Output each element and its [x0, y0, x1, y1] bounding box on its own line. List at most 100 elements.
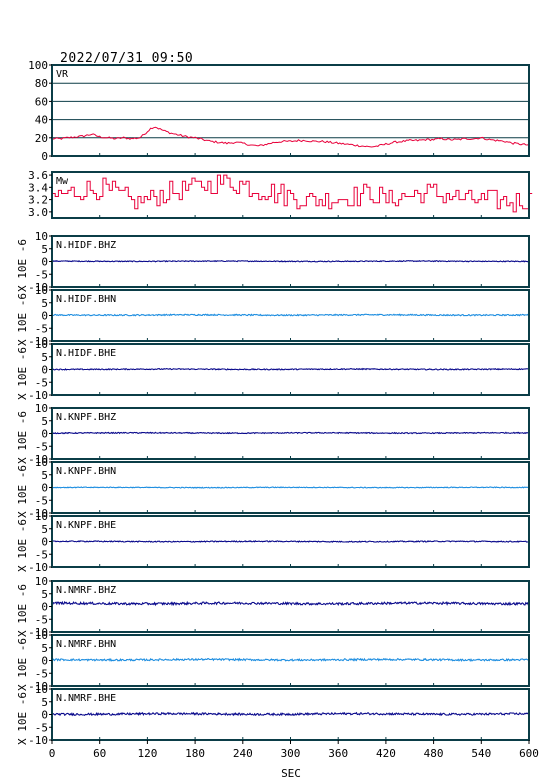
series-line — [51, 313, 530, 317]
y-tick-label: 10 — [35, 510, 48, 523]
panel-n-hidf-bhn: 1050-5-10N.HIDF.BHNX 10E -6 — [16, 284, 530, 348]
y-tick-label: 0 — [41, 536, 48, 549]
panel-n-knpf-bhe: 1050-5-10 N.KNPF.BHE X 10E -6 — [16, 510, 530, 574]
panel-label: Mw — [56, 176, 69, 187]
y-tick-label: 100 — [28, 59, 48, 72]
y-axis-label: X 10E -6 — [16, 638, 29, 691]
panel-label: N.HIDF.BHN — [56, 294, 116, 305]
y-tick-label: 20 — [35, 132, 48, 145]
y-tick-label: -5 — [35, 376, 48, 389]
y-tick-label: 0 — [41, 150, 48, 163]
y-tick-label: 5 — [41, 351, 48, 364]
panel-n-hidf-bhz: 1050-5-10N.HIDF.BHZX 10E -6 — [16, 230, 530, 294]
y-tick-label: 0 — [41, 428, 48, 441]
panel-n-knpf-bhn: 1050-5-10N.KNPF.BHNX 10E -6 — [16, 456, 530, 520]
panel-label: VR — [56, 69, 69, 80]
y-axis-label: X 10E -6 — [16, 411, 29, 464]
y-tick-label: 5 — [41, 588, 48, 601]
series-line — [52, 174, 533, 213]
y-tick-label: 5 — [41, 696, 48, 709]
y-tick-label: -10 — [28, 734, 48, 747]
y-axis-label: X 10E -6 — [16, 347, 29, 400]
y-tick-label: 3.6 — [28, 169, 48, 182]
series-line — [51, 431, 530, 435]
panel-frame — [51, 171, 530, 219]
y-axis-label: X 10E -6 — [16, 465, 29, 518]
panel-n-hidf-bhe: 1050-5-10 N.HIDF.BHE X 10E -6 — [16, 338, 530, 402]
panel-label: N.KNPF.BHN — [56, 466, 116, 477]
y-tick-label: -5 — [35, 548, 48, 561]
series-line — [51, 540, 530, 543]
x-tick-label: 120 — [137, 747, 157, 760]
panel-mw: 3.63.43.23.0 Mw — [28, 169, 533, 219]
panel-label: N.KNPF.BHZ — [56, 412, 116, 423]
y-tick-label: 3.0 — [28, 206, 48, 219]
y-axis-label: X 10E -6 — [16, 293, 29, 346]
y-tick-label: 0 — [41, 256, 48, 269]
x-tick-label: 180 — [185, 747, 205, 760]
y-tick-label: 0 — [41, 364, 48, 377]
series-line — [51, 259, 530, 263]
y-tick-label: 40 — [35, 114, 48, 127]
y-tick-label: -5 — [35, 613, 48, 626]
series-line — [51, 486, 530, 489]
y-tick-label: -5 — [35, 721, 48, 734]
series-line — [51, 367, 529, 371]
panel-n-nmrf-bhz: 1050-5-10N.NMRF.BHZX 10E -6 — [16, 575, 530, 639]
x-tick-label: 480 — [424, 747, 444, 760]
series-line — [51, 600, 530, 607]
seismic-monitor-figure: 2022/07/31 09:50 100806040200VR3.63.43.2… — [16, 51, 539, 780]
x-tick-label: 60 — [93, 747, 106, 760]
x-tick-label: 300 — [281, 747, 301, 760]
panel-label: N.HIDF.BHZ — [56, 240, 116, 251]
panel-n-knpf-bhz: 1050-5-10N.KNPF.BHZX 10E -6 — [16, 402, 530, 466]
y-axis-label: X 10E -6 — [16, 519, 29, 572]
panel-label: N.NMRF.BHE — [56, 693, 116, 704]
y-tick-label: 10 — [35, 575, 48, 588]
y-tick-label: 5 — [41, 523, 48, 536]
y-tick-label: 10 — [35, 683, 48, 696]
y-tick-label: 0 — [41, 709, 48, 722]
x-axis: 0 60 120 180 240 300 360 420 480 540 600 — [49, 740, 539, 760]
y-tick-label: -5 — [35, 440, 48, 453]
y-tick-label: 3.4 — [28, 181, 48, 194]
y-tick-label: 0 — [41, 310, 48, 323]
y-tick-label: -5 — [35, 667, 48, 680]
y-tick-label: 60 — [35, 95, 48, 108]
series-line — [51, 711, 530, 717]
panel-vr: 100 80 60 40 20 0 VR — [28, 59, 530, 163]
series-line — [51, 657, 530, 662]
series-line — [51, 126, 530, 148]
chart-panels: 100806040200VR3.63.43.23.0Mw1050-5-10N.H… — [16, 59, 533, 747]
y-tick-label: 5 — [41, 469, 48, 482]
panel-label: N.HIDF.BHE — [56, 348, 116, 359]
y-axis-label: X 10E -6 — [16, 692, 29, 745]
x-tick-label: 540 — [471, 747, 491, 760]
x-tick-label: 0 — [49, 747, 56, 760]
y-tick-label: 0 — [41, 655, 48, 668]
y-tick-label: 0 — [41, 482, 48, 495]
panel-label: N.NMRF.BHZ — [56, 585, 116, 596]
x-tick-label: 240 — [233, 747, 253, 760]
panel-label: N.KNPF.BHE — [56, 520, 116, 531]
y-tick-label: 0 — [41, 601, 48, 614]
y-tick-label: 5 — [41, 243, 48, 256]
panel-n-nmrf-bhn: 1050-5-10N.NMRF.BHNX 10E -6 — [16, 629, 530, 693]
y-tick-label: -5 — [35, 322, 48, 335]
panel-frame — [51, 580, 530, 633]
y-axis-label: X 10E -6 — [16, 239, 29, 292]
y-tick-label: -5 — [35, 268, 48, 281]
y-tick-label: 10 — [35, 338, 48, 351]
y-tick-label: 10 — [35, 284, 48, 297]
y-tick-label: 5 — [41, 415, 48, 428]
figure-title: 2022/07/31 09:50 — [60, 51, 193, 66]
panel-n-nmrf-bhe: 1050-5-10 N.NMRF.BHE X 10E -6 — [16, 683, 530, 747]
x-tick-label: 600 — [519, 747, 539, 760]
panel-frame — [51, 64, 530, 157]
y-tick-label: 5 — [41, 642, 48, 655]
y-tick-label: 5 — [41, 297, 48, 310]
y-axis-label: X 10E -6 — [16, 584, 29, 637]
panel-label: N.NMRF.BHN — [56, 639, 116, 650]
x-tick-label: 420 — [376, 747, 396, 760]
x-tick-label: 360 — [328, 747, 348, 760]
